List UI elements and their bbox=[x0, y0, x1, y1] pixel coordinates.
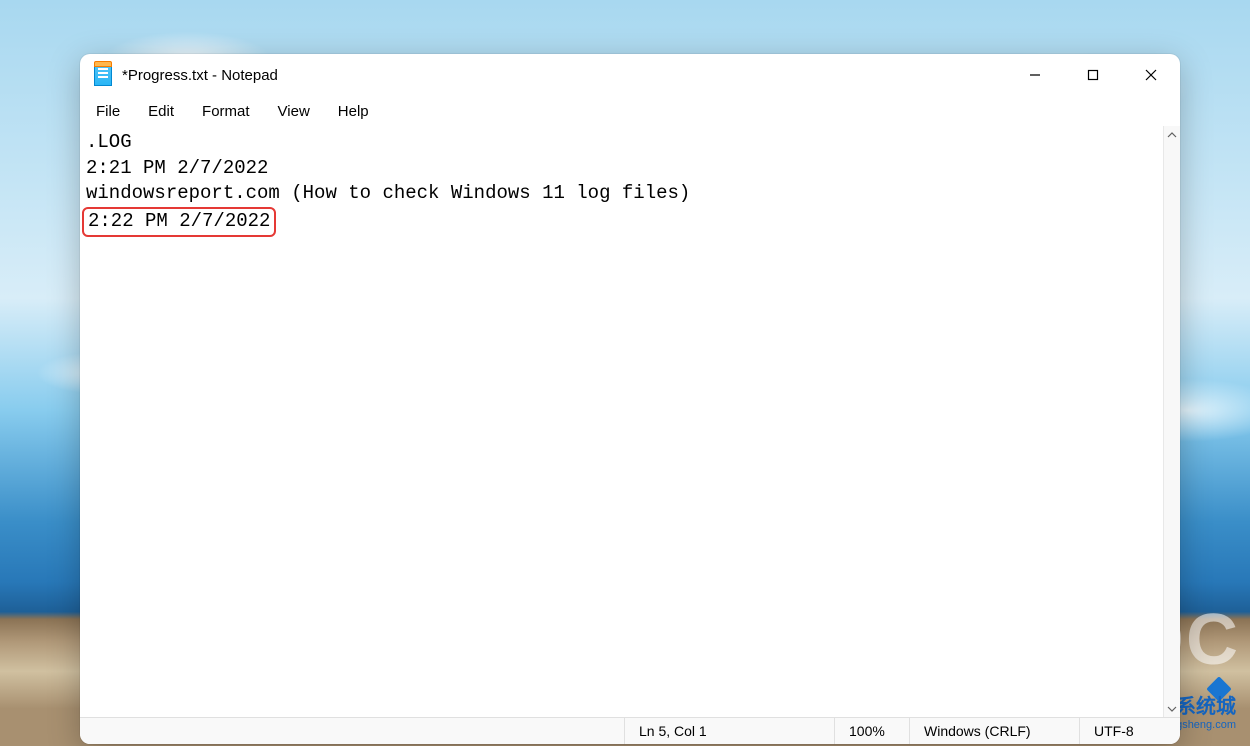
minimize-button[interactable] bbox=[1006, 54, 1064, 96]
status-encoding: UTF-8 bbox=[1080, 718, 1180, 744]
menu-help[interactable]: Help bbox=[326, 100, 381, 123]
window-title: *Progress.txt - Notepad bbox=[122, 67, 278, 84]
status-bar: Ln 5, Col 1 100% Windows (CRLF) UTF-8 bbox=[80, 717, 1180, 744]
minimize-icon bbox=[1029, 69, 1041, 81]
maximize-icon bbox=[1087, 69, 1099, 81]
scroll-up-button[interactable] bbox=[1164, 126, 1180, 143]
menu-edit[interactable]: Edit bbox=[136, 100, 186, 123]
menu-view[interactable]: View bbox=[266, 100, 322, 123]
menu-format[interactable]: Format bbox=[190, 100, 262, 123]
chevron-down-icon bbox=[1167, 704, 1177, 714]
menu-file[interactable]: File bbox=[84, 100, 132, 123]
chevron-up-icon bbox=[1167, 130, 1177, 140]
text-editor[interactable]: .LOG 2:21 PM 2/7/2022 windowsreport.com … bbox=[80, 126, 1163, 717]
editor-line-3: windowsreport.com (How to check Windows … bbox=[86, 182, 690, 204]
menu-bar: File Edit Format View Help bbox=[80, 96, 1180, 126]
scroll-down-button[interactable] bbox=[1164, 700, 1180, 717]
close-icon bbox=[1145, 69, 1157, 81]
editor-line-2: 2:21 PM 2/7/2022 bbox=[86, 157, 268, 179]
title-bar[interactable]: *Progress.txt - Notepad bbox=[80, 54, 1180, 96]
status-line-ending: Windows (CRLF) bbox=[910, 718, 1080, 744]
editor-container: .LOG 2:21 PM 2/7/2022 windowsreport.com … bbox=[80, 126, 1180, 717]
window-controls bbox=[1006, 54, 1180, 96]
status-spacer bbox=[80, 718, 625, 744]
vertical-scrollbar[interactable] bbox=[1163, 126, 1180, 717]
notepad-icon bbox=[94, 64, 112, 86]
desktop-background: /IDC 电脑系统城 pcxitongsheng.com *Progress.t… bbox=[0, 0, 1250, 746]
maximize-button[interactable] bbox=[1064, 54, 1122, 96]
close-button[interactable] bbox=[1122, 54, 1180, 96]
editor-line-4-highlighted: 2:22 PM 2/7/2022 bbox=[82, 207, 276, 237]
status-zoom: 100% bbox=[835, 718, 910, 744]
notepad-window: *Progress.txt - Notepad File Edit Format… bbox=[80, 54, 1180, 744]
status-position: Ln 5, Col 1 bbox=[625, 718, 835, 744]
editor-line-1: .LOG bbox=[86, 131, 132, 153]
